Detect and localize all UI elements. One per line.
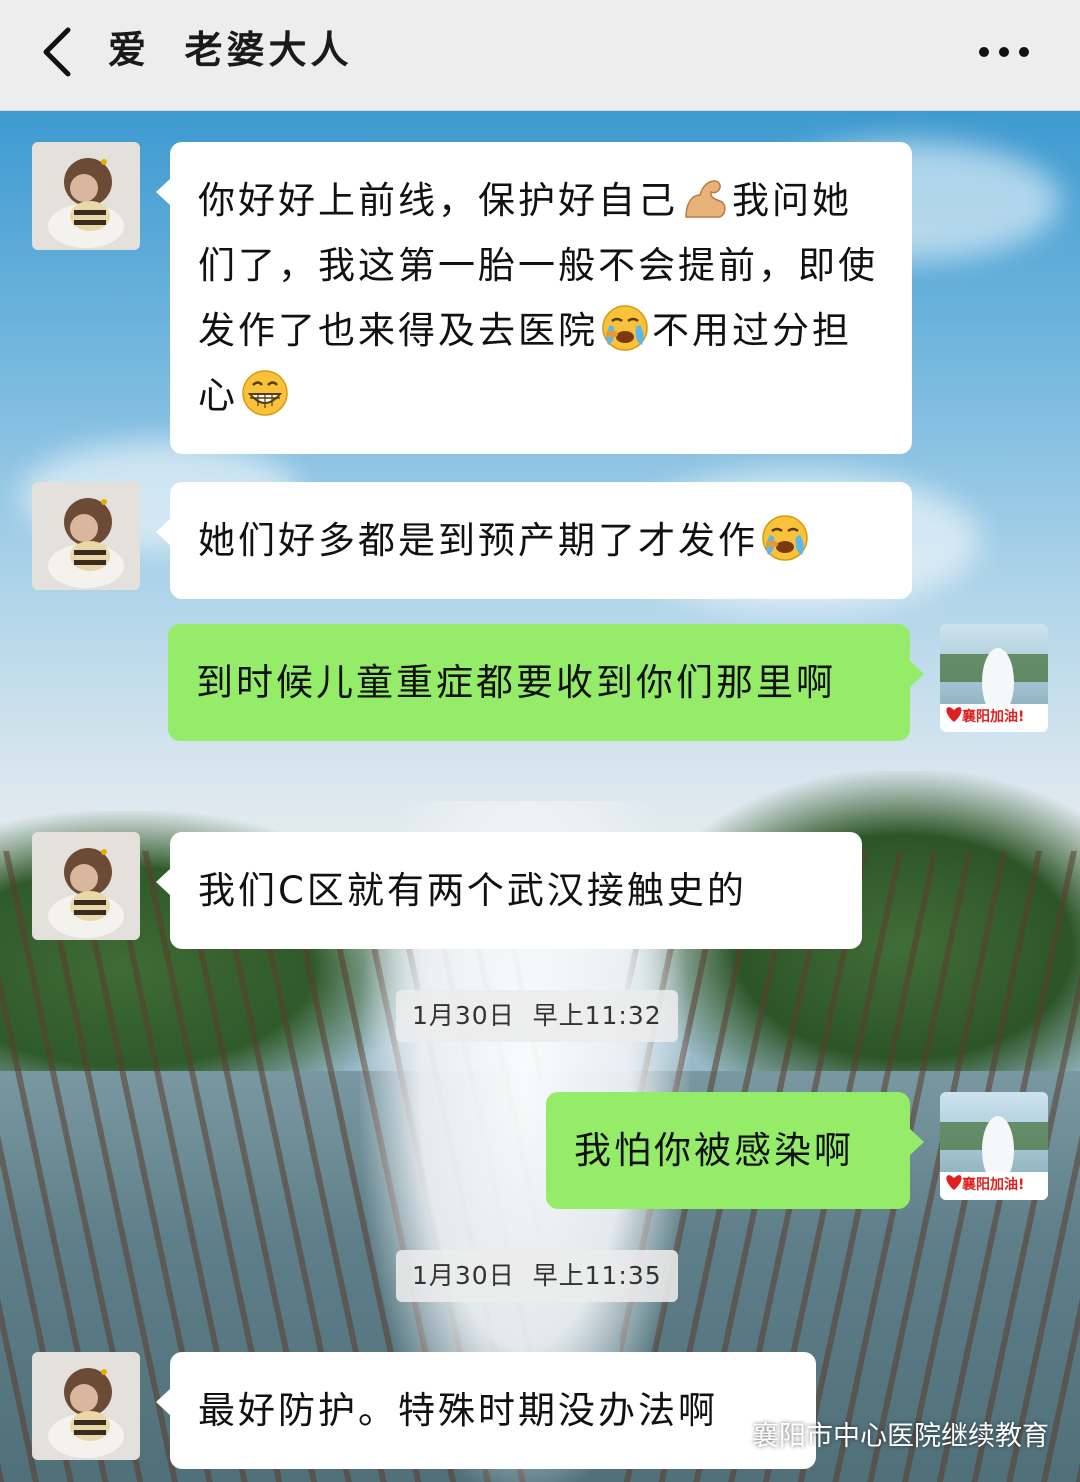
avatar-badge-text: 襄阳加油! — [962, 1177, 1025, 1193]
chat-title: 爱 老婆大人 — [108, 28, 353, 72]
message-text: 她们好多都是到预产期了才发作 — [198, 519, 758, 562]
contact-avatar[interactable] — [32, 142, 140, 250]
source-watermark: 襄阳市中心医院继续教育 — [712, 1408, 1049, 1458]
message-text: 最好防护。特殊时期没办法啊 — [198, 1389, 718, 1432]
timestamp: 1月30日 早上11:32 — [396, 990, 678, 1042]
outgoing-message-bubble[interactable]: 到时候儿童重症都要收到你们那里啊 — [168, 624, 924, 741]
message-text: 我们C区就有两个武汉接触史的 — [198, 869, 747, 912]
outgoing-message-bubble[interactable]: 我怕你被感染啊 — [546, 1092, 924, 1209]
wechat-channel-icon — [712, 1419, 746, 1446]
contact-avatar[interactable] — [32, 482, 140, 590]
message-text: 你好好上前线，保护好自己 — [198, 179, 678, 222]
chat-header: 爱 老婆大人 — [0, 0, 1080, 111]
face-grinning-icon — [240, 368, 290, 418]
timestamp: 1月30日 早上11:35 — [396, 1250, 678, 1302]
face-crying-icon — [600, 303, 650, 353]
contact-avatar[interactable] — [32, 1352, 140, 1460]
incoming-message-bubble[interactable]: 我们C区就有两个武汉接触史的 — [156, 832, 862, 949]
my-avatar[interactable]: 襄阳加油! — [940, 1092, 1048, 1200]
flexed-biceps-icon — [680, 173, 730, 223]
message-text: 到时候儿童重症都要收到你们那里啊 — [196, 661, 836, 704]
avatar-badge-text: 襄阳加油! — [962, 709, 1025, 725]
incoming-message-bubble[interactable]: 你好好上前线，保护好自己 我问她们了，我这第一胎一般不会提前，即使发作了也来得及去… — [156, 142, 912, 454]
face-crying-icon — [760, 513, 810, 563]
message-text: 我怕你被感染啊 — [574, 1129, 854, 1172]
more-dots-icon[interactable] — [972, 32, 1036, 72]
chevron-left-icon[interactable] — [34, 22, 84, 82]
incoming-message-bubble[interactable]: 她们好多都是到预产期了才发作 — [156, 482, 912, 599]
watermark-text: 襄阳市中心医院继续教育 — [752, 1420, 1049, 1452]
my-avatar[interactable]: 襄阳加油! — [940, 624, 1048, 732]
contact-avatar[interactable] — [32, 832, 140, 940]
